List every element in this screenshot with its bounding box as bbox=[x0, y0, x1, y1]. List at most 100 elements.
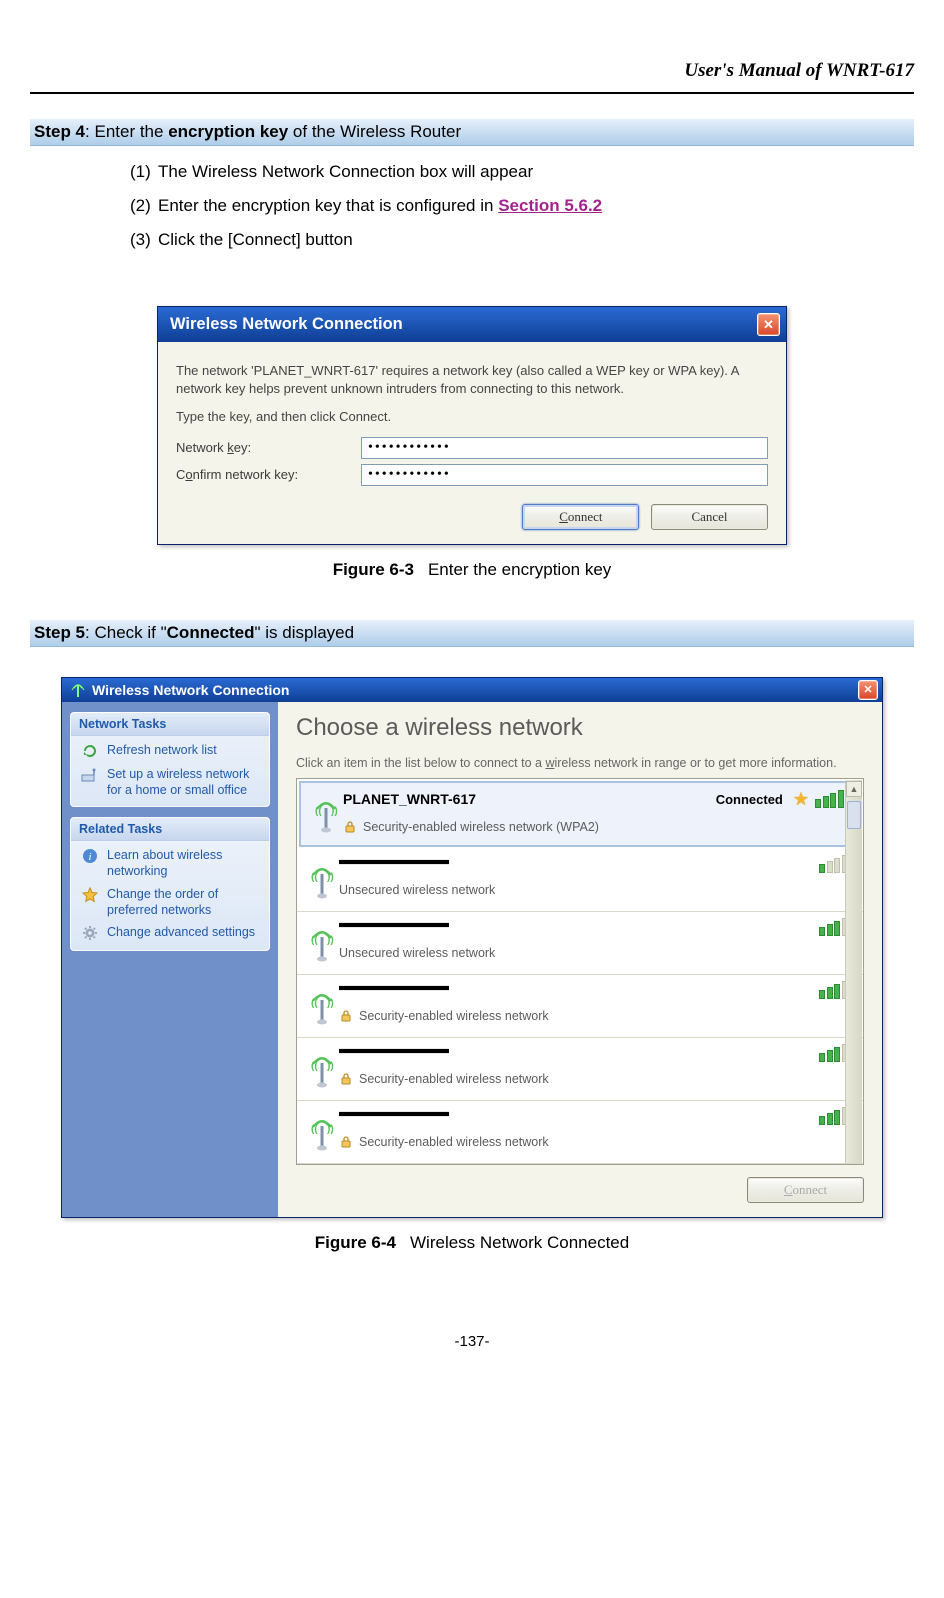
task-setup[interactable]: Set up a wireless network for a home or … bbox=[71, 760, 269, 799]
antenna-icon: (()) bbox=[309, 789, 343, 841]
antenna-icon: (()) bbox=[305, 855, 339, 907]
figure-6-3-caption: Figure 6-3Enter the encryption key bbox=[30, 560, 914, 580]
network-name-redacted bbox=[339, 1045, 449, 1057]
network-list: ▲ (())PLANET_WNRT-617Connected★Security-… bbox=[296, 778, 864, 1165]
svg-text:)): )) bbox=[327, 935, 334, 946]
doc-header: User's Manual of WNRT-617 bbox=[30, 60, 914, 82]
task-advanced[interactable]: Change advanced settings bbox=[71, 918, 269, 942]
network-name-redacted bbox=[339, 919, 449, 931]
confirm-key-input[interactable] bbox=[361, 464, 768, 486]
related-tasks-box: Related Tasks i Learn about wireless net… bbox=[70, 817, 270, 951]
antenna-icon: (()) bbox=[305, 918, 339, 970]
network-name-redacted bbox=[339, 982, 449, 994]
close-icon[interactable]: ✕ bbox=[858, 680, 878, 700]
dialog2-title-text: Wireless Network Connection bbox=[92, 682, 289, 698]
dialog1-message-2: Type the key, and then click Connect. bbox=[176, 408, 768, 426]
lock-icon bbox=[343, 820, 357, 834]
figure-6-4-caption: Figure 6-4Wireless Network Connected bbox=[30, 1233, 914, 1253]
network-security: Security-enabled wireless network (WPA2) bbox=[343, 820, 851, 834]
step4-substeps: (1)The Wireless Network Connection box w… bbox=[30, 146, 914, 274]
step4-item-3: (3)Click the [Connect] button bbox=[130, 230, 914, 250]
network-tasks-heading: Network Tasks bbox=[71, 713, 269, 736]
network-security: Unsecured wireless network bbox=[339, 883, 855, 897]
cancel-button[interactable]: Cancel bbox=[651, 504, 768, 530]
step5-keyword: Connected bbox=[167, 623, 255, 642]
dialog2-titlebar: Wireless Network Connection ✕ bbox=[62, 678, 882, 702]
page-number: -137- bbox=[30, 1333, 914, 1350]
confirm-key-label: Confirm network key: bbox=[176, 467, 361, 482]
network-key-row: Network key: bbox=[176, 437, 768, 459]
svg-text:)): )) bbox=[327, 1061, 334, 1072]
network-name-redacted bbox=[339, 1108, 449, 1120]
step-4-heading: Step 4: Enter the encryption key of the … bbox=[30, 119, 914, 146]
header-rule bbox=[30, 92, 914, 94]
network-row[interactable]: (())PLANET_WNRT-617 Connected ★ Security-en… bbox=[299, 781, 861, 847]
choose-heading: Choose a wireless network bbox=[296, 714, 864, 742]
network-tasks-box: Network Tasks Refresh network list Set u… bbox=[70, 712, 270, 808]
task-order[interactable]: Change the order of preferred networks bbox=[71, 880, 269, 919]
step4-item-1: (1)The Wireless Network Connection box w… bbox=[130, 162, 914, 182]
dialog1-message-1: The network 'PLANET_WNRT-617' requires a… bbox=[176, 362, 768, 398]
network-security: Security-enabled wireless network bbox=[339, 1135, 855, 1149]
choose-subtext: Click an item in the list below to conne… bbox=[296, 756, 864, 770]
step-5-heading: Step 5: Check if "Connected" is displaye… bbox=[30, 620, 914, 647]
dialog-enter-key: Wireless Network Connection ✕ The networ… bbox=[157, 306, 787, 545]
antenna-icon: (()) bbox=[305, 1107, 339, 1159]
close-icon[interactable]: ✕ bbox=[757, 313, 780, 336]
svg-text:((: (( bbox=[311, 1061, 318, 1072]
scroll-up-icon[interactable]: ▲ bbox=[846, 781, 862, 797]
svg-text:((: (( bbox=[311, 935, 318, 946]
scrollbar[interactable]: ▲ bbox=[845, 780, 862, 1163]
svg-text:((: (( bbox=[311, 1124, 318, 1135]
dialog-choose-network: Wireless Network Connection ✕ Network Ta… bbox=[61, 677, 883, 1218]
network-key-label: Network key: bbox=[176, 440, 361, 455]
lock-icon bbox=[339, 1072, 353, 1086]
task-panel: Network Tasks Refresh network list Set u… bbox=[62, 702, 278, 1217]
svg-text:i: i bbox=[88, 851, 91, 863]
network-side: Connected ★ bbox=[716, 789, 851, 810]
svg-text:((: (( bbox=[311, 872, 318, 883]
section-link[interactable]: Section 5.6.2 bbox=[498, 196, 602, 215]
scroll-thumb[interactable] bbox=[847, 801, 861, 829]
info-icon: i bbox=[81, 847, 99, 865]
svg-text:((: (( bbox=[311, 998, 318, 1009]
network-name-redacted bbox=[339, 856, 449, 868]
star-icon bbox=[81, 886, 99, 904]
network-row[interactable]: (())Unsecured wireless network bbox=[297, 912, 863, 975]
network-security: Unsecured wireless network bbox=[339, 946, 855, 960]
task-learn[interactable]: i Learn about wireless networking bbox=[71, 841, 269, 880]
network-row[interactable]: (())Security-enabled wireless network bbox=[297, 1101, 863, 1164]
gear-icon bbox=[81, 924, 99, 942]
lock-icon bbox=[339, 1009, 353, 1023]
choose-panel: Choose a wireless network Click an item … bbox=[278, 702, 882, 1217]
network-row[interactable]: (())Security-enabled wireless network bbox=[297, 975, 863, 1038]
svg-text:)): )) bbox=[327, 998, 334, 1009]
network-row[interactable]: (())Unsecured wireless network bbox=[297, 849, 863, 912]
antenna-icon: (()) bbox=[305, 981, 339, 1033]
step5-label: Step 5 bbox=[34, 623, 85, 642]
svg-text:)): )) bbox=[327, 872, 334, 883]
connected-label: Connected bbox=[716, 792, 783, 807]
network-name: PLANET_WNRT-617 bbox=[343, 791, 476, 807]
dialog1-titlebar: Wireless Network Connection ✕ bbox=[158, 307, 786, 342]
refresh-icon bbox=[81, 742, 99, 760]
step4-keyword: encryption key bbox=[168, 122, 288, 141]
antenna-icon: (()) bbox=[305, 1044, 339, 1096]
network-security: Security-enabled wireless network bbox=[339, 1072, 855, 1086]
svg-text:)): )) bbox=[327, 1124, 334, 1135]
confirm-key-row: Confirm network key: bbox=[176, 464, 768, 486]
network-key-input[interactable] bbox=[361, 437, 768, 459]
connect-button-disabled: Connect bbox=[747, 1177, 864, 1203]
network-security: Security-enabled wireless network bbox=[339, 1009, 855, 1023]
connect-button[interactable]: Connect bbox=[522, 504, 639, 530]
favorite-star-icon: ★ bbox=[793, 789, 809, 810]
dialog1-title-text: Wireless Network Connection bbox=[170, 315, 403, 334]
task-refresh[interactable]: Refresh network list bbox=[71, 736, 269, 760]
step4-item-2: (2)Enter the encryption key that is conf… bbox=[130, 196, 914, 216]
antenna-icon bbox=[70, 682, 86, 698]
setup-icon bbox=[81, 766, 99, 784]
network-row[interactable]: (())Security-enabled wireless network bbox=[297, 1038, 863, 1101]
related-tasks-heading: Related Tasks bbox=[71, 818, 269, 841]
svg-text:)): )) bbox=[331, 806, 338, 817]
lock-icon bbox=[339, 1135, 353, 1149]
